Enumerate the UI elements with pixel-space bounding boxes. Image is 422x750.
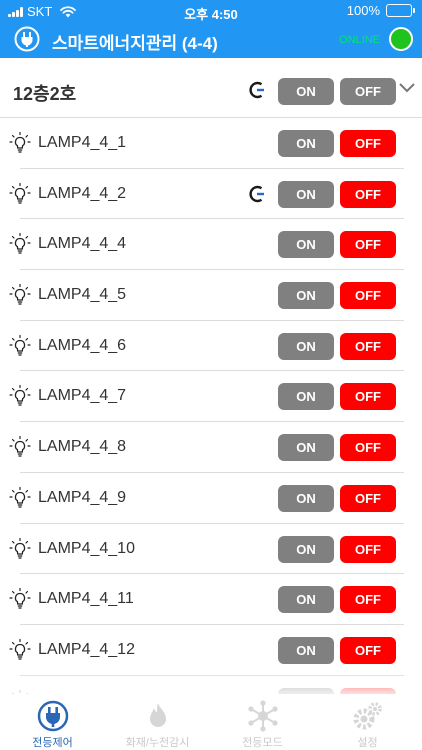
lamp-on-button[interactable]: ON xyxy=(278,484,334,512)
flame-icon xyxy=(150,703,166,727)
lamp-on-button[interactable]: ON xyxy=(278,383,334,411)
lamp-name: LAMP4_4_10 xyxy=(38,539,135,557)
group-on-button[interactable]: ON xyxy=(278,78,334,105)
lightbulb-icon xyxy=(9,385,31,407)
lightbulb-icon xyxy=(9,588,31,609)
lamp-on-button[interactable]: ON xyxy=(278,586,334,614)
lamp-on-button[interactable]: ON xyxy=(278,636,334,664)
battery-percent: 100% xyxy=(346,3,380,18)
tab-label: 전등모드 xyxy=(242,737,283,749)
tab-label: 설정 xyxy=(357,737,378,749)
lamp-row: LAMP4_4_1 ON OFF xyxy=(0,118,422,169)
lamp-name: LAMP4_4_11 xyxy=(38,590,134,608)
app-title: 스마트에너지관리 (4-4) xyxy=(52,34,218,53)
lightbulb-icon xyxy=(9,233,31,255)
lamp-row: LAMP4_4_7 ON OFF xyxy=(0,371,422,422)
lightbulb-icon xyxy=(9,537,31,559)
chevron-down-icon[interactable] xyxy=(398,82,416,94)
lamp-rows: LAMP4_4_1 ON OFF LAMP4_4_2 ON OFF LAMP4_4_4 ON O… xyxy=(0,118,422,694)
lightbulb-icon xyxy=(9,131,31,153)
lamp-off-button[interactable]: OFF xyxy=(340,484,396,512)
lamp-name: LAMP4_4_12 xyxy=(38,640,135,658)
lamp-name: LAMP4_4_9 xyxy=(38,488,127,506)
lamp-off-button[interactable]: OFF xyxy=(340,586,396,614)
lamp-list[interactable]: 12층2호 ON OFF LAMP4_4_1 ON OFF LAMP4_4_2 ON OF… xyxy=(0,58,422,694)
lightbulb-icon xyxy=(9,334,31,356)
group-off-button[interactable]: OFF xyxy=(340,78,396,105)
lamp-name: LAMP4_4_6 xyxy=(38,336,127,354)
lamp-off-button[interactable]: OFF xyxy=(340,231,396,259)
lamp-on-button[interactable]: ON xyxy=(278,282,334,310)
tab-label: 화재/누전감시 xyxy=(125,737,190,749)
lamp-on-button[interactable]: ON xyxy=(278,130,334,157)
lamp-off-button[interactable]: OFF xyxy=(340,180,396,208)
lamp-row: LAMP4_4_13ONOFF xyxy=(0,676,422,694)
lamp-off-button[interactable]: OFF xyxy=(340,332,396,360)
app-bar: 스마트에너지관리 (4-4) ONLINE xyxy=(0,22,422,58)
tab-fire-monitor[interactable]: 화재/누전감시 xyxy=(105,694,210,750)
lamp-off-button[interactable]: OFF xyxy=(340,282,396,310)
lamp-on-button[interactable]: ON xyxy=(278,231,334,259)
network-icon xyxy=(248,700,278,732)
lamp-off-button[interactable]: OFF xyxy=(340,434,396,462)
power-icon xyxy=(249,185,264,202)
tab-label: 전등제어 xyxy=(32,737,73,749)
lightbulb-icon xyxy=(9,283,31,305)
plug-icon xyxy=(14,26,40,52)
lightbulb-icon xyxy=(9,436,31,457)
power-icon xyxy=(249,81,264,99)
group-header[interactable]: 12층2호 ON OFF xyxy=(0,58,422,118)
connection-indicator xyxy=(389,27,413,51)
lamp-on-button[interactable]: ON xyxy=(278,180,334,208)
plug-icon xyxy=(37,700,69,732)
lamp-off-button[interactable]: OFF xyxy=(340,130,396,157)
lamp-row: LAMP4_4_5 ON OFF xyxy=(0,270,422,321)
lamp-row: LAMP4_4_2 ON OFF xyxy=(0,169,422,220)
lightbulb-icon xyxy=(9,182,31,204)
lightbulb-icon xyxy=(9,638,31,660)
lamp-name: LAMP4_4_8 xyxy=(38,438,127,456)
lamp-name: LAMP4_4_7 xyxy=(38,387,127,405)
lamp-off-button[interactable]: OFF xyxy=(340,535,396,563)
lamp-on-button[interactable]: ON xyxy=(278,332,334,360)
tab-bar: 전등제어 화재/누전감시 전등모드 설정 xyxy=(0,694,422,750)
lamp-name: LAMP4_4_2 xyxy=(38,184,127,202)
lamp-on-button[interactable]: ON xyxy=(278,434,334,462)
lamp-name: LAMP4_4_5 xyxy=(38,286,127,304)
tab-settings[interactable]: 설정 xyxy=(315,694,420,750)
lamp-off-button[interactable]: OFF xyxy=(340,383,396,411)
lightbulb-icon xyxy=(9,486,31,508)
lamp-row: LAMP4_4_11 ON OFF xyxy=(0,574,422,625)
lamp-name: LAMP4_4_1 xyxy=(38,134,127,151)
lamp-row: LAMP4_4_10 ON OFF xyxy=(0,524,422,575)
status-right: 100% xyxy=(346,3,415,18)
lamp-on-button[interactable]: ON xyxy=(278,535,334,563)
gears-icon xyxy=(353,702,382,730)
lamp-row: LAMP4_4_6 ON OFF xyxy=(0,321,422,372)
tab-lamp-control[interactable]: 전등제어 xyxy=(0,694,105,750)
lamp-row: LAMP4_4_9 ON OFF xyxy=(0,473,422,524)
tab-lamp-mode[interactable]: 전등모드 xyxy=(210,694,315,750)
battery-icon xyxy=(386,4,415,17)
status-bar: SKT 오후 4:50 100% xyxy=(0,0,422,22)
connection-status: ONLINE xyxy=(339,34,380,46)
lamp-off-button[interactable]: OFF xyxy=(340,636,396,664)
lamp-row: LAMP4_4_4 ON OFF xyxy=(0,219,422,270)
lamp-row: LAMP4_4_8 ON OFF xyxy=(0,422,422,473)
lamp-name: LAMP4_4_4 xyxy=(38,235,127,253)
group-title: 12층2호 xyxy=(13,84,77,104)
lamp-row: LAMP4_4_12 ON OFF xyxy=(0,625,422,676)
